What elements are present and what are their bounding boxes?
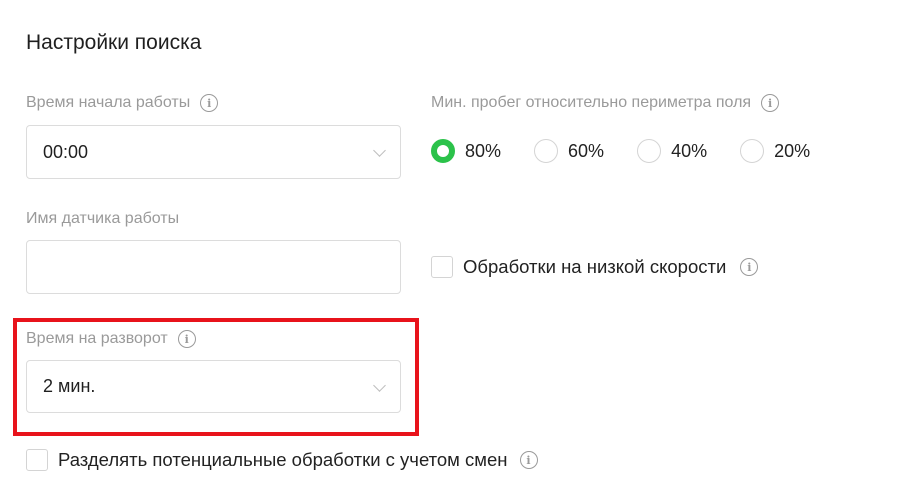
turn-time-label: Время на разворот [26,330,168,347]
low-speed-row[interactable]: Обработки на низкой скорости i [431,256,759,278]
radio-label[interactable]: 80% [465,141,501,162]
min-mileage-label-row: Мин. пробег относительно периметра поля … [431,94,780,112]
turn-time-label-row: Время на разворот i [26,330,196,348]
info-icon[interactable]: i [740,258,759,276]
sensor-name-input[interactable] [26,240,401,294]
start-time-value: 00:00 [43,141,89,162]
turn-time-value: 2 мин. [43,376,96,396]
radio-circle[interactable] [534,139,559,163]
info-icon[interactable]: i [519,451,538,469]
radio-20[interactable]: 20% [740,139,810,163]
radio-label[interactable]: 20% [774,141,810,162]
chevron-down-icon [373,144,386,157]
chevron-down-icon [373,378,386,392]
radio-circle[interactable] [637,139,662,163]
radio-40[interactable]: 40% [637,139,707,163]
split-by-shifts-checkbox[interactable] [26,449,48,471]
min-mileage-label: Мин. пробег относительно периметра поля [431,94,752,111]
low-speed-checkbox[interactable] [431,256,453,278]
start-time-label-row: Время начала работы i [26,94,219,112]
split-by-shifts-row[interactable]: Разделять потенциальные обработки с учет… [26,449,538,471]
sensor-name-label-row: Имя датчика работы [26,210,179,228]
min-mileage-radio-group: 80% 60% 40% 20% [431,139,843,163]
radio-label[interactable]: 60% [568,141,604,162]
info-icon[interactable]: i [177,330,196,348]
sensor-name-label: Имя датчика работы [26,210,180,227]
info-icon[interactable]: i [761,94,780,112]
split-by-shifts-label[interactable]: Разделять потенциальные обработки с учет… [58,449,508,471]
turn-time-select[interactable]: 2 мин. [26,360,401,413]
radio-label[interactable]: 40% [671,141,707,162]
low-speed-label[interactable]: Обработки на низкой скорости [463,256,726,278]
section-title: Настройки поиска [26,31,202,54]
start-time-select[interactable]: 00:00 [26,125,401,179]
start-time-label: Время начала работы [26,94,191,111]
radio-80[interactable]: 80% [431,139,501,163]
radio-60[interactable]: 60% [534,139,604,163]
radio-circle[interactable] [740,139,765,163]
radio-circle[interactable] [431,139,455,163]
info-icon[interactable]: i [200,94,219,112]
